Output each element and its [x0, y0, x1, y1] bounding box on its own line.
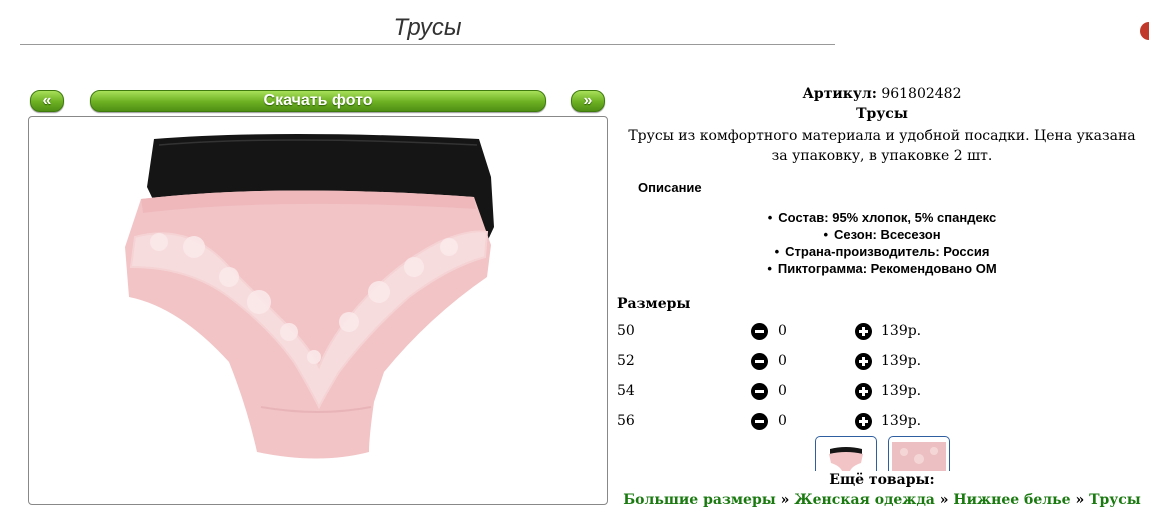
size-label: 50 [617, 323, 635, 339]
plus-icon[interactable] [855, 413, 872, 430]
details-heading: Описание [638, 180, 702, 195]
quantity-value: 0 [778, 353, 787, 369]
size-label: 54 [617, 383, 635, 399]
price-value: 139р. [881, 383, 922, 399]
quantity-value: 0 [778, 323, 787, 339]
quantity-value: 0 [778, 413, 787, 429]
corner-icon [1140, 22, 1149, 42]
product-description: Трусы из комфортного материала и удобной… [628, 128, 1136, 164]
product-image [125, 134, 494, 459]
plus-icon[interactable] [855, 323, 872, 340]
size-label: 52 [617, 353, 635, 369]
article-number: 961802482 [881, 86, 962, 102]
thumbnail-2[interactable] [888, 436, 950, 471]
price-value: 139р. [881, 353, 922, 369]
minus-icon[interactable] [751, 383, 768, 400]
minus-icon[interactable] [751, 353, 768, 370]
pink-panty-shape [125, 190, 491, 459]
property-item: Пиктограмма: Рекомендовано ОМ [615, 260, 1149, 277]
property-item: Состав: 95% хлопок, 5% спандекс [615, 209, 1149, 226]
page-title: Трусы [393, 14, 462, 41]
more-products-label: Ещё товары: [829, 472, 935, 488]
download-photo-button[interactable]: Скачать фото [90, 90, 546, 112]
size-row: 56 0 139р. [617, 413, 947, 433]
price-value: 139р. [881, 323, 922, 339]
size-row: 52 0 139р. [617, 353, 947, 373]
prev-photo-button[interactable]: « [30, 90, 64, 112]
product-name: Трусы [856, 106, 908, 122]
minus-icon[interactable] [751, 323, 768, 340]
size-row: 50 0 139р. [617, 323, 947, 343]
property-item: Сезон: Всесезон [615, 226, 1149, 243]
quantity-value: 0 [778, 383, 787, 399]
next-photo-button[interactable]: » [571, 90, 605, 112]
thumbnail-1[interactable] [815, 436, 877, 471]
property-item: Страна-производитель: Россия [615, 243, 1149, 260]
properties-list: Состав: 95% хлопок, 5% спандекс Сезон: В… [615, 209, 1149, 277]
sizes-heading: Размеры [617, 296, 691, 312]
minus-icon[interactable] [751, 413, 768, 430]
article-label: Артикул: [802, 86, 877, 102]
size-label: 56 [617, 413, 635, 429]
plus-icon[interactable] [855, 383, 872, 400]
article-line: Артикул: 961802482 [615, 86, 1149, 102]
plus-icon[interactable] [855, 353, 872, 370]
title-divider [20, 44, 835, 45]
product-photo[interactable] [28, 116, 608, 505]
size-row: 54 0 139р. [617, 383, 947, 403]
price-value: 139р. [881, 413, 922, 429]
